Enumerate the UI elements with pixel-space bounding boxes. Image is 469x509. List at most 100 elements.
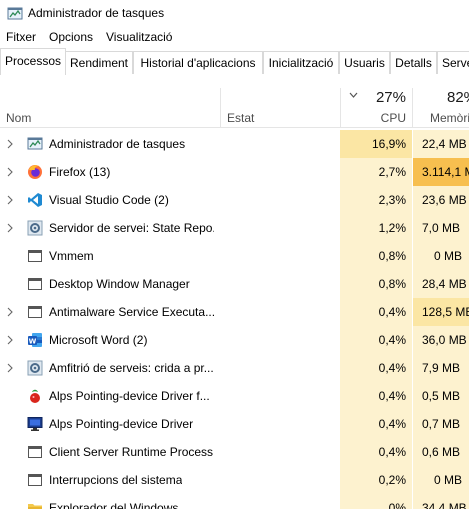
memory-text: 0 MB	[434, 473, 463, 487]
window-icon	[28, 474, 42, 486]
cpu-value: 2,7%	[340, 158, 412, 186]
menu-options[interactable]: Opcions	[49, 30, 93, 44]
process-row[interactable]: Explorador del Windows 0% 34,4 MB	[0, 494, 469, 509]
process-name: Explorador del Windows	[49, 501, 179, 509]
column-status[interactable]: Estat	[227, 111, 254, 125]
chevron-right-icon[interactable]	[6, 363, 14, 373]
memory-value: 128,5 MB	[413, 298, 469, 326]
tab-services[interactable]: Serveis	[437, 51, 469, 74]
tab-details[interactable]: Detalls	[390, 51, 437, 74]
process-row[interactable]: Vmmem 0,8% 0 MB	[0, 242, 469, 270]
memory-value: 0,6 MB	[413, 438, 469, 466]
cpu-value: 0,4%	[340, 410, 412, 438]
process-row[interactable]: Amfitrió de serveis: crida a pr... 0,4% …	[0, 354, 469, 382]
memory-value: 23,6 MB	[413, 186, 469, 214]
column-header: Nom Estat 27% CPU 82% Memòria	[0, 88, 469, 128]
memory-text: 0,7 MB	[422, 417, 461, 431]
cpu-value: 0,2%	[340, 466, 412, 494]
process-row[interactable]: Client Server Runtime Process 0,4% 0,6 M…	[0, 438, 469, 466]
process-name: Firefox (13)	[49, 165, 111, 179]
window-icon	[28, 250, 42, 262]
memory-text: 7,0 MB	[422, 221, 461, 235]
cpu-value: 0,4%	[340, 382, 412, 410]
memory-total: 82%	[447, 89, 469, 106]
window-title: Administrador de tasques	[28, 6, 165, 20]
alps-icon	[30, 389, 40, 403]
memory-value: 28,4 MB	[413, 270, 469, 298]
memory-label: Memòria	[430, 111, 469, 125]
memory-value: 7,0 MB	[413, 214, 469, 242]
gear-icon	[27, 360, 43, 376]
process-name: Alps Pointing-device Driver	[49, 417, 194, 431]
process-name: Amfitrió de serveis: crida a pr...	[49, 361, 214, 375]
cpu-value: 0,4%	[340, 438, 412, 466]
process-row[interactable]: Servidor de servei: State Repo... 1,2% 7…	[0, 214, 469, 242]
chevron-right-icon[interactable]	[6, 195, 14, 205]
process-row[interactable]: W Microsoft Word (2) 0,4% 36,0 MB	[0, 326, 469, 354]
memory-text: 0 MB	[434, 249, 463, 263]
cpu-value: 0,8%	[340, 242, 412, 270]
tab-processes[interactable]: Processos	[0, 48, 66, 75]
folder-icon	[28, 504, 42, 509]
chevron-right-icon[interactable]	[6, 139, 14, 149]
chevron-right-icon[interactable]	[6, 335, 14, 345]
cpu-value: 1,2%	[340, 214, 412, 242]
cpu-total: 27%	[375, 89, 406, 106]
memory-value: 3.114,1 MB	[413, 158, 469, 186]
memory-value: 0 MB	[413, 466, 469, 494]
process-name: Vmmem	[49, 249, 94, 263]
process-name: Alps Pointing-device Driver f...	[49, 389, 210, 403]
memory-value: 0 MB	[413, 242, 469, 270]
column-divider[interactable]	[220, 88, 221, 128]
title-bar: Administrador de tasques	[0, 0, 469, 28]
process-name: Servidor de servei: State Repo...	[49, 221, 214, 235]
process-row[interactable]: Desktop Window Manager 0,8% 28,4 MB	[0, 270, 469, 298]
column-name[interactable]: Nom	[6, 111, 31, 125]
cpu-value: 0,4%	[340, 354, 412, 382]
process-row[interactable]: Visual Studio Code (2) 2,3% 23,6 MB	[0, 186, 469, 214]
tab-app-history[interactable]: Historial d'aplicacions	[133, 51, 263, 74]
svg-text:W: W	[29, 337, 37, 345]
memory-value: 22,4 MB	[413, 130, 469, 158]
process-name: Visual Studio Code (2)	[49, 193, 169, 207]
process-row[interactable]: Administrador de tasques 16,9% 22,4 MB	[0, 130, 469, 158]
process-row[interactable]: Alps Pointing-device Driver 0,4% 0,7 MB	[0, 410, 469, 438]
memory-value: 36,0 MB	[413, 326, 469, 354]
column-cpu[interactable]: 27% CPU	[340, 88, 412, 128]
window-icon	[28, 306, 42, 318]
menu-file[interactable]: Fitxer	[6, 30, 36, 44]
process-row[interactable]: Firefox (13) 2,7% 3.114,1 MB	[0, 158, 469, 186]
cpu-value: 0,4%	[340, 298, 412, 326]
memory-text: 3.114,1 MB	[422, 165, 469, 179]
memory-text: 7,9 MB	[422, 361, 461, 375]
gear-icon	[27, 220, 43, 236]
chevron-right-icon[interactable]	[6, 307, 14, 317]
menu-view[interactable]: Visualització	[106, 30, 172, 44]
chevron-right-icon[interactable]	[6, 167, 14, 177]
memory-value: 0,5 MB	[413, 382, 469, 410]
column-memory[interactable]: 82% Memòria	[413, 88, 469, 128]
memory-value: 34,4 MB	[413, 494, 469, 509]
process-name: Administrador de tasques	[49, 137, 186, 151]
memory-text: 0,6 MB	[422, 445, 461, 459]
tab-startup[interactable]: Inicialització	[263, 51, 339, 74]
memory-value: 0,7 MB	[413, 410, 469, 438]
process-row[interactable]: Alps Pointing-device Driver f... 0,4% 0,…	[0, 382, 469, 410]
chevron-right-icon[interactable]	[6, 223, 14, 233]
process-row[interactable]: Antimalware Service Executa... 0,4% 128,…	[0, 298, 469, 326]
tab-performance[interactable]: Rendiment	[65, 51, 133, 74]
memory-text: 36,0 MB	[422, 333, 467, 347]
tab-users[interactable]: Usuaris	[339, 51, 390, 74]
memory-text: 128,5 MB	[422, 305, 469, 319]
firefox-icon	[28, 165, 42, 179]
process-name: Desktop Window Manager	[49, 277, 190, 291]
process-name: Client Server Runtime Process	[49, 445, 214, 459]
menu-bar: Fitxer Opcions Visualització	[0, 28, 469, 48]
word-icon: W	[28, 333, 42, 347]
task-manager-icon	[7, 7, 23, 20]
cpu-value: 16,9%	[340, 130, 412, 158]
memory-text: 0,5 MB	[422, 389, 461, 403]
process-row[interactable]: Interrupcions del sistema 0,2% 0 MB	[0, 466, 469, 494]
process-name: Interrupcions del sistema	[49, 473, 183, 487]
vscode-icon	[28, 193, 42, 207]
